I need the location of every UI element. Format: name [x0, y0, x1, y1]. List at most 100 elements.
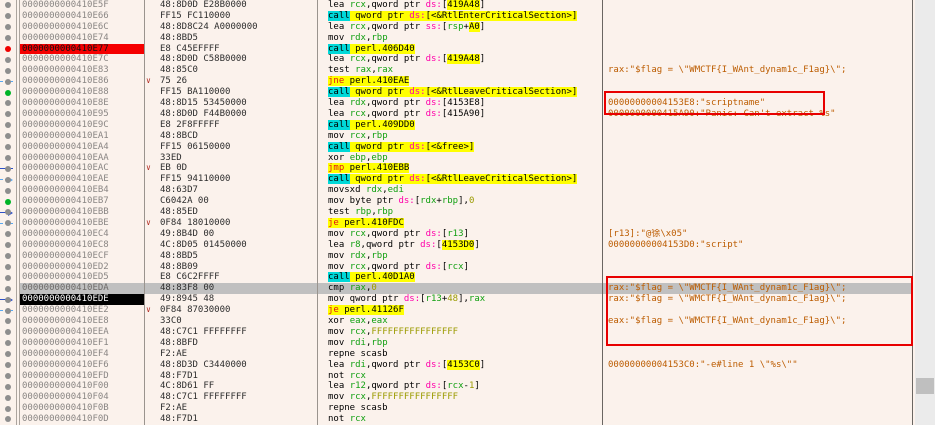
bytes-cell[interactable]: EB 0D ∨: [145, 163, 332, 174]
instruction-dot[interactable]: [5, 340, 11, 347]
instruction-cell[interactable]: not rcx: [318, 414, 602, 425]
disasm-row[interactable]: 0000000000410F04 48:C7C1 FFFFFFFF mov rcx,…: [0, 392, 912, 403]
instruction-cell[interactable]: lea rcx,qword ptr ds:[415A90]: [318, 109, 602, 120]
instruction-dot[interactable]: [5, 394, 11, 401]
address-cell[interactable]: 0000000000410EB7: [20, 196, 144, 207]
instruction-cell[interactable]: test rbp,rbp: [318, 207, 602, 218]
bytes-cell[interactable]: 48:8D0D F44B0000: [145, 109, 332, 120]
instruction-cell[interactable]: cmp rax,0: [318, 283, 602, 295]
bytes-cell[interactable]: 75 26 ∨: [145, 76, 332, 87]
bytes-cell[interactable]: 48:C7C1 FFFFFFFF: [145, 327, 332, 338]
disasm-row[interactable]: 0000000000410F0D 48:F7D1 not rcx: [0, 414, 912, 425]
instruction-cell[interactable]: lea rdi,qword ptr ds:[4153C0]: [318, 359, 602, 371]
bytes-cell[interactable]: 48:85C0: [145, 65, 332, 76]
disasm-row[interactable]: 0000000000410EB4 48:63D7 movsxd rdx,edi: [0, 185, 912, 196]
comment-cell[interactable]: 00000000004153C0:"-e#line 1 \"%s\"": [603, 360, 912, 371]
address-cell[interactable]: 0000000000410F04: [20, 392, 144, 403]
address-cell[interactable]: 0000000000410F00: [20, 381, 144, 392]
instruction-dot[interactable]: [5, 351, 11, 358]
address-cell[interactable]: 0000000000410EBB: [20, 207, 144, 218]
instruction-cell[interactable]: mov qword ptr ds:[r13+48],rax: [318, 294, 602, 305]
instruction-dot[interactable]: [5, 89, 11, 96]
instruction-cell[interactable]: mov byte ptr ds:[rdx+rbp],0: [318, 196, 602, 207]
instruction-dot[interactable]: [5, 100, 11, 107]
bytes-cell[interactable]: 0F84 18010000 ∨: [145, 218, 332, 229]
bytes-cell[interactable]: 48:8D15 53450000: [145, 98, 332, 109]
instruction-dot[interactable]: [5, 383, 11, 390]
bytes-cell[interactable]: FF15 94110000: [145, 174, 332, 185]
instruction-dot[interactable]: [5, 285, 11, 292]
bytes-cell[interactable]: 48:C7C1 FFFFFFFF: [145, 392, 332, 403]
bytes-cell[interactable]: 48:8BD5: [145, 33, 332, 44]
disasm-row[interactable]: 0000000000410E74 48:8BD5 mov rdx,rbp: [0, 33, 912, 44]
instruction-cell[interactable]: call perl.409DD0: [318, 119, 602, 131]
bytes-cell[interactable]: 48:F7D1: [145, 371, 332, 382]
instruction-cell[interactable]: repne scasb: [318, 403, 602, 414]
disasm-row[interactable]: 0000000000410EF6 48:8D3D C3440000 lea rdi,…: [0, 359, 912, 371]
bytes-cell[interactable]: 33C0: [145, 316, 332, 327]
disasm-row[interactable]: 0000000000410F0B F2:AE repne scasb: [0, 403, 912, 414]
disasm-row[interactable]: 0000000000410EBB 48:85ED test rbp,rbp: [0, 207, 912, 218]
instruction-cell[interactable]: mov rcx,FFFFFFFFFFFFFFFF: [318, 392, 602, 403]
instruction-cell[interactable]: mov rdx,rbp: [318, 33, 602, 44]
instruction-column-divider[interactable]: [602, 0, 603, 425]
instruction-dot[interactable]: [5, 176, 11, 183]
instruction-cell[interactable]: je perl.410FDC: [318, 217, 602, 229]
bytes-cell[interactable]: 48:8BFD: [145, 338, 332, 349]
disasm-row[interactable]: 0000000000410E86 75 26 ∨ jne perl.410EAE: [0, 76, 912, 87]
disasm-row[interactable]: 0000000000410EB7 C6042A 00 mov byte ptr ds…: [0, 196, 912, 207]
instruction-cell[interactable]: jne perl.410EAE: [318, 76, 602, 87]
instruction-cell[interactable]: not rcx: [318, 371, 602, 382]
instruction-dot[interactable]: [5, 307, 11, 314]
bytes-cell[interactable]: 48:8BD5: [145, 251, 332, 262]
bytes-cell[interactable]: 48:8BCD: [145, 131, 332, 142]
bytes-cell[interactable]: 48:8D0D E28B0000: [145, 0, 332, 11]
instruction-dot[interactable]: [5, 165, 11, 172]
address-cell[interactable]: 0000000000410EAA: [20, 153, 144, 164]
instruction-dot[interactable]: [5, 111, 11, 118]
bytes-cell[interactable]: 48:63D7: [145, 185, 332, 196]
address-cell[interactable]: 0000000000410EDA: [20, 283, 144, 295]
bytes-cell[interactable]: 48:F7D1: [145, 414, 332, 425]
instruction-cell[interactable]: lea rcx,qword ptr ss:[rsp+A0]: [318, 21, 602, 33]
address-cell[interactable]: 0000000000410ECF: [20, 251, 144, 262]
address-cell[interactable]: 0000000000410E88: [20, 87, 144, 98]
bytes-cell[interactable]: 48:8B09: [145, 262, 332, 273]
address-cell[interactable]: 0000000000410EF4: [20, 349, 144, 360]
bytes-cell[interactable]: FF15 06150000: [145, 142, 332, 153]
address-cell[interactable]: 0000000000410EF1: [20, 338, 144, 349]
instruction-cell[interactable]: test rax,rax: [318, 65, 602, 76]
instruction-cell[interactable]: mov rcx,qword ptr ds:[rcx]: [318, 262, 602, 273]
bytes-cell[interactable]: 48:8D0D C58B0000: [145, 54, 332, 65]
address-cell[interactable]: 0000000000410E9C: [20, 120, 144, 131]
instruction-cell[interactable]: repne scasb: [318, 349, 602, 360]
bytes-cell[interactable]: FF15 FC110000: [145, 11, 332, 22]
instruction-cell[interactable]: call qword ptr ds:[<&RtlEnterCriticalSec…: [318, 10, 602, 22]
address-cell[interactable]: 0000000000410E6C: [20, 22, 144, 33]
bytes-cell[interactable]: 0F84 87030000 ∨: [145, 305, 332, 316]
address-cell[interactable]: 0000000000410E8E: [20, 98, 144, 109]
disasm-row[interactable]: 0000000000410EFD 48:F7D1 not rcx: [0, 371, 912, 382]
disasm-row[interactable]: 0000000000410E9C E8 2F8FFFFF call perl.409…: [0, 119, 912, 131]
address-cell[interactable]: 0000000000410ED2: [20, 262, 144, 273]
instruction-cell[interactable]: lea r12,qword ptr ds:[rcx-1]: [318, 381, 602, 392]
disasm-row[interactable]: 0000000000410EAA 33ED xor ebp,ebp: [0, 153, 912, 164]
instruction-dot[interactable]: [5, 416, 11, 423]
address-cell[interactable]: 0000000000410EF6: [20, 360, 144, 371]
instruction-cell[interactable]: call qword ptr ds:[<&RtlLeaveCriticalSec…: [318, 174, 602, 185]
bytes-cell[interactable]: F2:AE: [145, 349, 332, 360]
bytes-cell[interactable]: C6042A 00: [145, 196, 332, 207]
instruction-dot[interactable]: [5, 362, 11, 368]
address-cell[interactable]: 0000000000410EEA: [20, 327, 144, 338]
breakpoint-dot[interactable]: [5, 45, 11, 52]
address-cell[interactable]: 0000000000410EC8: [20, 240, 144, 251]
instruction-dot[interactable]: [5, 274, 11, 281]
instruction-cell[interactable]: jmp perl.410EBB: [318, 163, 602, 174]
instruction-cell[interactable]: call qword ptr ds:[<&free>]: [318, 141, 602, 153]
bytes-cell[interactable]: 4C:8D05 01450000: [145, 240, 332, 251]
address-cell[interactable]: 0000000000410F0D: [20, 414, 144, 425]
instruction-dot[interactable]: [5, 253, 11, 260]
instruction-cell[interactable]: call qword ptr ds:[<&RtlLeaveCriticalSec…: [318, 87, 602, 98]
disasm-row[interactable]: 0000000000410F00 4C:8D61 FF lea r12,qword …: [0, 381, 912, 392]
bytes-column-divider[interactable]: [317, 0, 318, 425]
